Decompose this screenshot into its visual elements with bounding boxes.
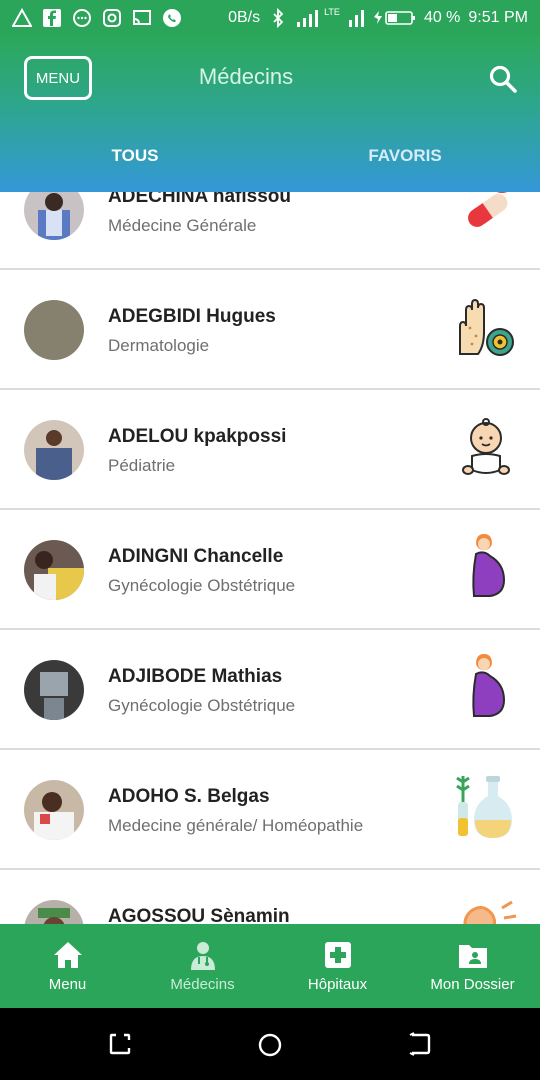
nav-menu[interactable]: Menu [0,924,135,1008]
doctor-name: AGOSSOU Sènamin [108,906,290,924]
folder-user-icon [458,944,487,968]
pregnant-woman-icon [472,534,506,597]
avatar [24,192,84,240]
nav-label: Mon Dossier [430,975,515,993]
herbal-flask-icon [456,776,512,838]
bottom-nav: Menu Médecins Hôpitaux Mon Dossier [0,924,540,1008]
clock: 9:51 PM [468,9,528,26]
network-type: LTE [324,7,340,17]
nav-medecins[interactable]: Médecins [135,924,270,1008]
avatar [24,900,84,924]
list-item[interactable]: ADELOU kpakpossi Pédiatrie [0,390,540,510]
messenger-icon [73,9,91,27]
battery-level: 40 % [423,9,461,26]
list-item[interactable]: ADEGBIDI Hugues Dermatologie [0,270,540,390]
doctor-name: ADELOU kpakpossi [108,426,287,447]
baby-icon [462,418,510,475]
whatsapp-icon [163,9,181,27]
list-item[interactable]: ADOHO S. Belgas Medecine générale/ Homéo… [0,750,540,870]
net-speed: 0B/s [228,9,261,26]
nav-label: Menu [48,975,87,993]
nav-hopitaux[interactable]: Hôpitaux [270,924,405,1008]
search-icon[interactable] [488,64,518,94]
list-item[interactable]: ADECHINA hafissou Médecine Générale [0,192,540,270]
recent-apps-icon[interactable] [108,1032,132,1056]
status-bar: 0B/s LTE 40 % 9:51 PM [0,0,540,36]
nav-label: Médecins [170,975,235,993]
cast-icon [133,10,151,25]
signal-icon [297,10,319,27]
tab-favoris[interactable]: FAVORIS [270,136,540,180]
facebook-icon [43,9,61,27]
doctor-icon [190,941,215,970]
doctor-name: ADEGBIDI Hugues [108,306,276,327]
hospital-cross-icon [324,941,351,968]
list-item[interactable]: ADINGNI Chancelle Gynécologie Obstétriqu… [0,510,540,630]
ear-icon [463,900,517,924]
avatar [24,540,84,600]
avatar [24,780,84,840]
battery-icon [373,11,415,25]
doctor-name: ADINGNI Chancelle [108,546,284,567]
doctor-name: ADOHO S. Belgas [108,786,270,807]
doctor-name: ADECHINA hafissou [108,192,291,207]
doctor-specialty: Gynécologie Obstétrique [108,576,296,595]
doctor-specialty: Dermatologie [108,336,210,355]
avatar [24,420,84,480]
warning-triangle-icon [12,8,32,27]
tab-bar: TOUS FAVORIS [0,136,540,180]
system-nav-bar [0,1008,540,1080]
bluetooth-icon [273,8,284,28]
tab-tous[interactable]: TOUS [0,136,270,180]
nav-label: Hôpitaux [307,975,368,993]
list-item[interactable]: ADJIBODE Mathias Gynécologie Obstétrique [0,630,540,750]
list-item[interactable]: AGOSSOU Sènamin [0,870,540,924]
pills-icon [468,192,508,227]
app-header: MENU Médecins TOUS FAVORIS [0,36,540,192]
signal-2-icon [348,10,364,27]
doctor-list: ADECHINA hafissou Médecine Générale ADEG… [0,192,540,924]
avatar [24,660,84,720]
page-title: Médecins [198,64,294,89]
instagram-icon [103,9,121,27]
doctor-name: ADJIBODE Mathias [108,666,283,687]
home-icon [53,941,82,968]
doctor-specialty: Médecine Générale [108,216,257,235]
doctor-specialty: Gynécologie Obstétrique [108,696,296,715]
nav-mon-dossier[interactable]: Mon Dossier [405,924,540,1008]
home-button-icon[interactable] [257,1032,283,1058]
skin-hand-icon [459,298,514,356]
pregnant-woman-icon [472,654,506,717]
back-icon[interactable] [408,1032,432,1056]
avatar [24,300,84,360]
doctor-specialty: Pédiatrie [108,456,176,475]
doctor-specialty: Medecine générale/ Homéopathie [108,816,364,835]
